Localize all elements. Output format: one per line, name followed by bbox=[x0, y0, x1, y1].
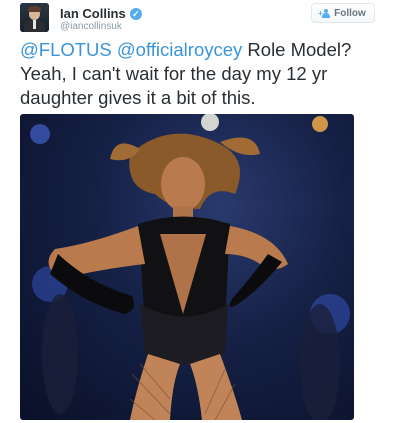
mention-flotus[interactable]: @FLOTUS bbox=[20, 39, 112, 60]
mention-officialroycey[interactable]: @officialroycey bbox=[117, 39, 242, 60]
add-user-icon: + bbox=[318, 8, 331, 18]
author-handle[interactable]: @iancollinsuk bbox=[60, 21, 122, 32]
follow-label: Follow bbox=[334, 7, 366, 19]
photo-illustration bbox=[30, 114, 350, 420]
verified-badge-icon: ✓ bbox=[129, 7, 142, 20]
tweet-text: @FLOTUS @officialroycey Role Model? Yeah… bbox=[20, 38, 390, 110]
avatar[interactable] bbox=[20, 3, 49, 32]
author-name-text[interactable]: Ian Collins bbox=[60, 6, 126, 21]
tweet-photo[interactable] bbox=[20, 114, 354, 420]
author-display-name[interactable]: Ian Collins ✓ bbox=[60, 6, 142, 21]
follow-button[interactable]: + Follow bbox=[311, 3, 375, 23]
